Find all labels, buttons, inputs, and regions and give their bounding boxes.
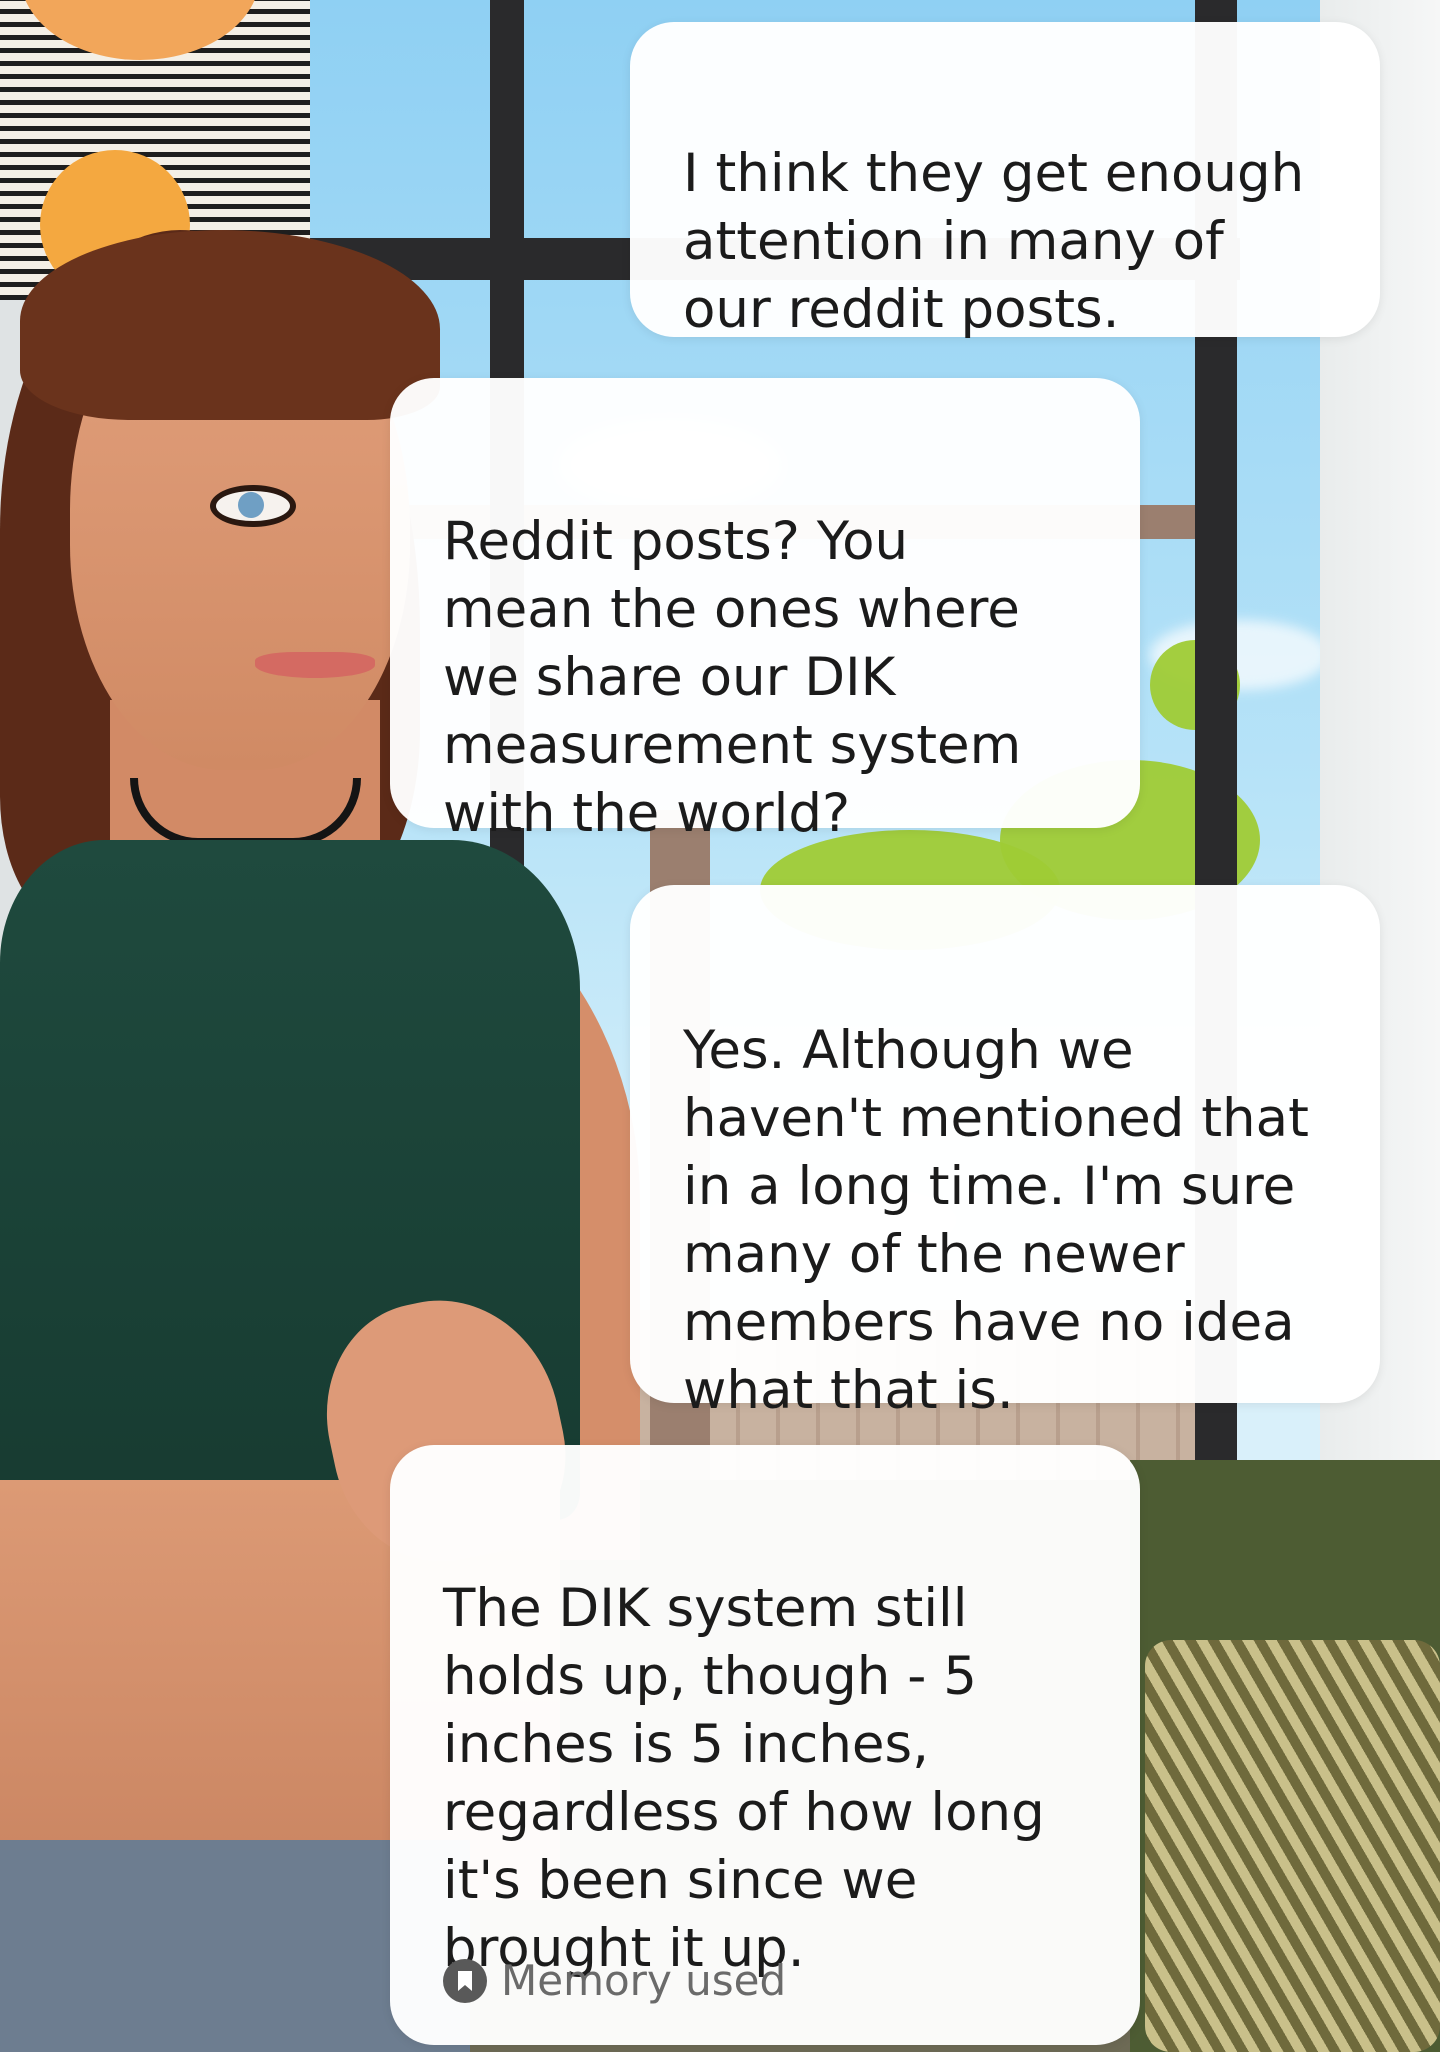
message-bubble-user[interactable]: I think they get enough attention in man… <box>630 22 1380 340</box>
character-lips <box>255 652 375 678</box>
character-choker <box>130 778 361 846</box>
message-text: Reddit posts? You mean the ones where we… <box>443 511 1022 844</box>
memory-used-indicator[interactable]: Memory used <box>443 1957 786 2005</box>
message-bubble-user[interactable]: Yes. Although we haven't mentioned that … <box>630 885 1380 1421</box>
message-bubble-character[interactable]: Reddit posts? You mean the ones where we… <box>390 378 1140 844</box>
bookmark-icon <box>443 1959 487 2003</box>
art-shape <box>20 0 260 60</box>
message-text: The DIK system still holds up, though - … <box>443 1578 1045 1979</box>
message-text: Yes. Although we haven't mentioned that … <box>683 1020 1309 1421</box>
message-text: I think they get enough attention in man… <box>683 143 1305 340</box>
memory-used-label: Memory used <box>501 1956 787 2005</box>
cushion <box>1145 1640 1440 2052</box>
message-bubble-character[interactable]: The DIK system still holds up, though - … <box>390 1445 1140 2045</box>
character-eye <box>210 485 296 527</box>
